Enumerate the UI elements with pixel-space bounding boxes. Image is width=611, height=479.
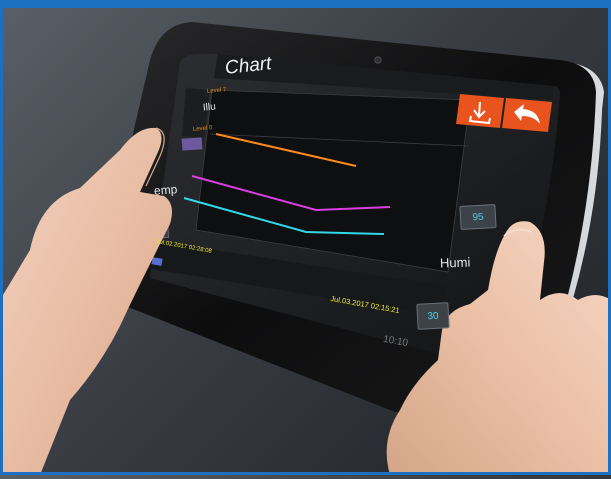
humidity-max-button[interactable]: 95	[459, 204, 497, 230]
end-timestamp: Jul.03.2017 02:15:21	[329, 293, 401, 316]
illuminance-label: Illu	[202, 101, 217, 114]
clock-reflection: 10:10	[382, 333, 409, 350]
humidity-label: Humi	[439, 254, 471, 271]
illuminance-level-max-label: Level 7	[206, 87, 227, 95]
humidity-min-button[interactable]: 30	[416, 302, 450, 330]
screen-title: Chart	[224, 53, 273, 79]
illuminance-level-min-label: Level 0	[192, 125, 213, 133]
start-timestamp: Jul.02.2017 02:28:08	[155, 239, 213, 255]
temperature-label: emp	[153, 182, 178, 198]
